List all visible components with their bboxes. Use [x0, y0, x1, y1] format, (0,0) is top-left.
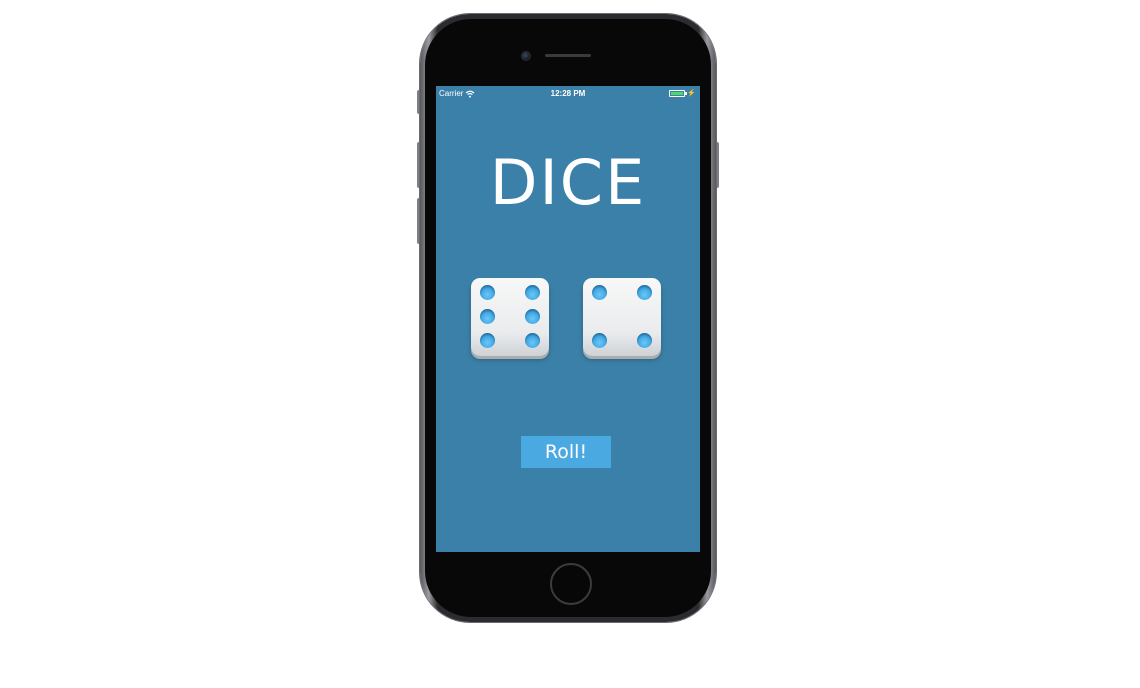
dice-row	[436, 278, 700, 358]
device-bezel: Carrier 12:28 PM ⚡ DICE Roll!	[425, 19, 711, 617]
charging-bolt-icon: ⚡	[687, 90, 696, 97]
die-pip	[637, 285, 652, 300]
die-pip	[525, 285, 540, 300]
die-pip	[480, 308, 495, 324]
die-pip	[480, 285, 495, 300]
iphone-device-frame: Carrier 12:28 PM ⚡ DICE Roll!	[420, 14, 716, 622]
right-die	[583, 278, 661, 356]
app-title: DICE	[489, 146, 647, 219]
battery-indicator: ⚡	[669, 90, 696, 97]
die-pip	[525, 333, 540, 348]
die-pip	[637, 333, 652, 348]
front-camera	[521, 51, 531, 61]
roll-button[interactable]: Roll!	[521, 436, 611, 468]
simulator-stage: Carrier 12:28 PM ⚡ DICE Roll!	[0, 0, 1140, 688]
battery-icon	[669, 90, 688, 97]
die-pip	[525, 308, 540, 324]
status-bar: Carrier 12:28 PM ⚡	[436, 86, 700, 100]
left-die	[471, 278, 549, 356]
home-button[interactable]	[550, 563, 592, 605]
die-pip	[480, 333, 495, 348]
die-pip	[592, 333, 607, 348]
earpiece-speaker	[545, 54, 591, 57]
app-screen: Carrier 12:28 PM ⚡ DICE Roll!	[436, 86, 700, 552]
die-pip	[592, 285, 607, 300]
status-time: 12:28 PM	[550, 89, 586, 98]
